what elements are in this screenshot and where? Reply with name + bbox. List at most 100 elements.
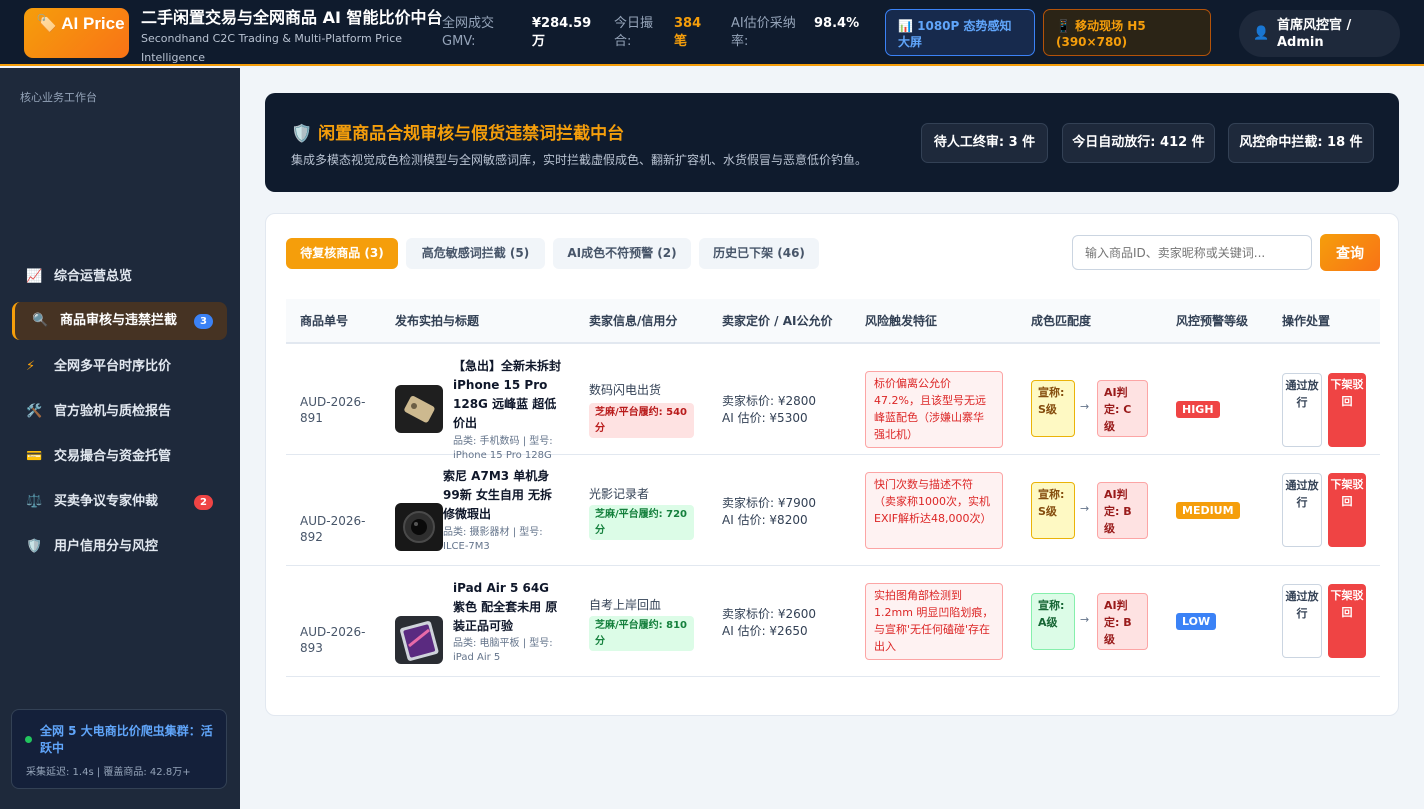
crawler-status-title: 全网 5 大电商比价爬虫集群：活跃中 <box>40 724 213 755</box>
page-title: 🛡️ 闲置商品合规审核与假货违禁词拦截中台 <box>291 119 624 144</box>
ai-price: AI 估价: ¥8200 <box>722 513 808 527</box>
chart-icon: 📈 <box>26 269 43 284</box>
app-logo[interactable]: 🏷️ AI Price <box>24 8 129 58</box>
situation-screen-button[interactable]: 📊 1080P 态势感知大屏 <box>885 9 1035 56</box>
product-title[interactable]: 索尼 A7M3 单机身 99新 女生自用 无拆修微瑕出 <box>443 467 558 524</box>
page-description: 集成多模态视觉成色检测模型与全网敏感词库，实时拦截虚假成色、翻新扩容机、水货假冒… <box>291 153 868 167</box>
user-label: 首席风控官 / Admin <box>1277 18 1352 50</box>
sidebar-badge: 2 <box>194 495 213 510</box>
table-row: AUD-2026-891 【急出】全新未拆封 iPhone 15 Pro 128… <box>286 344 1380 461</box>
tab-history-removed[interactable]: 历史已下架 (46) <box>699 238 819 269</box>
reject-button[interactable]: 下架驳回 <box>1328 584 1366 658</box>
sidebar-item-label: 用户信用分与风控 <box>54 539 159 554</box>
price-info: 卖家标价: ¥2600 AI 估价: ¥2650 <box>722 606 816 640</box>
search-input[interactable] <box>1072 235 1312 270</box>
table-row: AUD-2026-892 索尼 A7M3 单机身 99新 女生自用 无拆修微瑕出… <box>286 455 1380 566</box>
sidebar-item-escrow[interactable]: 💳 交易撮合与资金托管 <box>12 438 227 476</box>
sidebar-item-audit[interactable]: 🔍 商品审核与违禁拦截 3 <box>12 302 227 340</box>
product-photo[interactable] <box>395 503 443 551</box>
product-photo[interactable] <box>395 616 443 664</box>
sidebar: 核心业务工作台 📈 综合运营总览 🔍 商品审核与违禁拦截 3 ⚡ 全网多平台时序… <box>0 68 240 809</box>
product-title[interactable]: iPad Air 5 64G 紫色 配全套未用 原装正品可验 <box>453 579 563 636</box>
crawler-status-panel: 全网 5 大电商比价爬虫集群：活跃中 采集延迟: 1.4s | 覆盖商品: 42… <box>11 709 227 789</box>
approve-button[interactable]: 通过放行 <box>1282 584 1322 658</box>
ai-grade: AI判定: B级 <box>1097 482 1148 539</box>
sidebar-item-label: 官方验机与质检报告 <box>54 404 172 419</box>
sidebar-item-label: 全网多平台时序比价 <box>54 359 172 374</box>
sidebar-item-label: 综合运营总览 <box>54 269 133 284</box>
risk-feature: 实拍图角部检测到 1.2mm 明显凹陷划痕，与宣称'无任何磕碰'存在出入 <box>865 583 1003 660</box>
mobile-h5-button[interactable]: 📱 移动现场 H5 (390×780) <box>1043 9 1211 56</box>
tab-condition-mismatch[interactable]: AI成色不符预警 (2) <box>553 238 691 269</box>
sidebar-item-price-compare[interactable]: ⚡ 全网多平台时序比价 <box>12 348 227 386</box>
tools-icon: 🛠️ <box>26 404 43 419</box>
item-id: AUD-2026-893 <box>300 625 366 655</box>
approve-button[interactable]: 通过放行 <box>1282 473 1322 547</box>
sidebar-item-credit[interactable]: 🛡️ 用户信用分与风控 <box>12 528 227 566</box>
ai-price: AI 估价: ¥2650 <box>722 624 808 638</box>
reject-button[interactable]: 下架驳回 <box>1328 473 1366 547</box>
risk-block-chip: 风控命中拦截: 18 件 <box>1228 123 1374 163</box>
sidebar-item-overview[interactable]: 📈 综合运营总览 <box>12 258 227 296</box>
arrow-right-icon: → <box>1080 400 1090 413</box>
column-header: 卖家信息/信用分 <box>589 314 678 328</box>
ai-price: AI 估价: ¥5300 <box>722 411 808 425</box>
tab-sensitive-words[interactable]: 高危敏感词拦截 (5) <box>406 238 545 269</box>
risk-level-badge: MEDIUM <box>1176 502 1240 519</box>
sidebar-badge: 3 <box>194 314 213 329</box>
pending-review-chip: 待人工终审: 3 件 <box>921 123 1048 163</box>
tab-pending-review[interactable]: 待复核商品 (3) <box>286 238 398 269</box>
column-header: 风险触发特征 <box>865 314 938 328</box>
sidebar-item-inspection[interactable]: 🛠️ 官方验机与质检报告 <box>12 393 227 431</box>
column-header: 成色匹配度 <box>1031 314 1092 328</box>
credit-score-badge: 芝麻/平台履约: 810分 <box>589 616 694 651</box>
phone-photo-icon <box>395 385 443 433</box>
seller-price: 卖家标价: ¥2800 <box>722 394 817 408</box>
top-header: 🏷️ AI Price 二手闲置交易与全网商品 AI 智能比价中台 Second… <box>0 0 1424 66</box>
table-header: 商品单号 发布实拍与标题 卖家信息/信用分 卖家定价 / AI公允价 风险触发特… <box>286 299 1380 344</box>
user-menu[interactable]: 👤 首席风控官 / Admin <box>1239 10 1400 57</box>
sidebar-item-label: 交易撮合与资金托管 <box>54 449 172 464</box>
stat-match-label: 今日撮合: <box>614 16 654 49</box>
credit-score-badge: 芝麻/平台履约: 720分 <box>589 505 694 540</box>
risk-level-badge: HIGH <box>1176 401 1220 418</box>
approve-button[interactable]: 通过放行 <box>1282 373 1322 447</box>
stat-match: 今日撮合: 384笔 <box>614 15 701 51</box>
product-meta: 品类: 电脑平板 | 型号: iPad Air 5 <box>453 638 553 663</box>
sidebar-item-arbitration[interactable]: ⚖️ 买卖争议专家仲裁 2 <box>12 483 227 521</box>
risk-feature: 快门次数与描述不符（卖家称1000次，实机EXIF解析达48,000次） <box>865 472 1003 549</box>
card-icon: 💳 <box>26 449 43 464</box>
price-info: 卖家标价: ¥2800 AI 估价: ¥5300 <box>722 393 816 427</box>
ai-grade: AI判定: B级 <box>1097 593 1148 650</box>
sidebar-item-label: 商品审核与违禁拦截 <box>60 313 178 328</box>
product-photo[interactable] <box>395 385 443 433</box>
arrow-right-icon: → <box>1080 502 1090 515</box>
tablet-photo-icon <box>395 616 443 664</box>
column-header: 卖家定价 / AI公允价 <box>722 314 833 328</box>
table-row: AUD-2026-893 iPad Air 5 64G 紫色 配全套未用 原装正… <box>286 566 1380 677</box>
search-icon: 🔍 <box>32 313 49 328</box>
shield-icon: 🛡️ <box>26 539 43 554</box>
stat-ai-rate-label: AI估价采纳率: <box>731 16 796 49</box>
column-header: 商品单号 <box>300 314 349 328</box>
crawler-status-meta: 采集延迟: 1.4s | 覆盖商品: 42.8万+ <box>26 767 191 778</box>
audit-hero-banner: 🛡️ 闲置商品合规审核与假货违禁词拦截中台 集成多模态视觉成色检测模型与全网敏感词… <box>265 93 1399 192</box>
reject-button[interactable]: 下架驳回 <box>1328 373 1366 447</box>
sidebar-item-label: 买卖争议专家仲裁 <box>54 494 159 509</box>
query-button[interactable]: 查询 <box>1320 234 1380 271</box>
auto-pass-chip: 今日自动放行: 412 件 <box>1062 123 1215 163</box>
seller-name[interactable]: 自考上岸回血 <box>589 596 661 613</box>
app-subtitle: Secondhand C2C Trading & Multi-Platform … <box>141 32 403 64</box>
lightning-icon: ⚡ <box>26 359 36 374</box>
seller-name[interactable]: 光影记录者 <box>589 485 649 502</box>
shield-icon: 🛡️ <box>291 124 313 144</box>
sidebar-caption: 核心业务工作台 <box>20 91 97 104</box>
audit-table-card: 待复核商品 (3) 高危敏感词拦截 (5) AI成色不符预警 (2) 历史已下架… <box>265 213 1399 716</box>
product-title[interactable]: 【急出】全新未拆封 iPhone 15 Pro 128G 远峰蓝 超低价出 <box>453 357 563 433</box>
app-title: 二手闲置交易与全网商品 AI 智能比价中台 <box>141 8 443 27</box>
item-id: AUD-2026-891 <box>300 395 366 425</box>
price-info: 卖家标价: ¥7900 AI 估价: ¥8200 <box>722 495 816 529</box>
column-header: 风控预警等级 <box>1176 314 1249 328</box>
seller-name[interactable]: 数码闪电出货 <box>589 381 661 398</box>
seller-price: 卖家标价: ¥2600 <box>722 607 817 621</box>
